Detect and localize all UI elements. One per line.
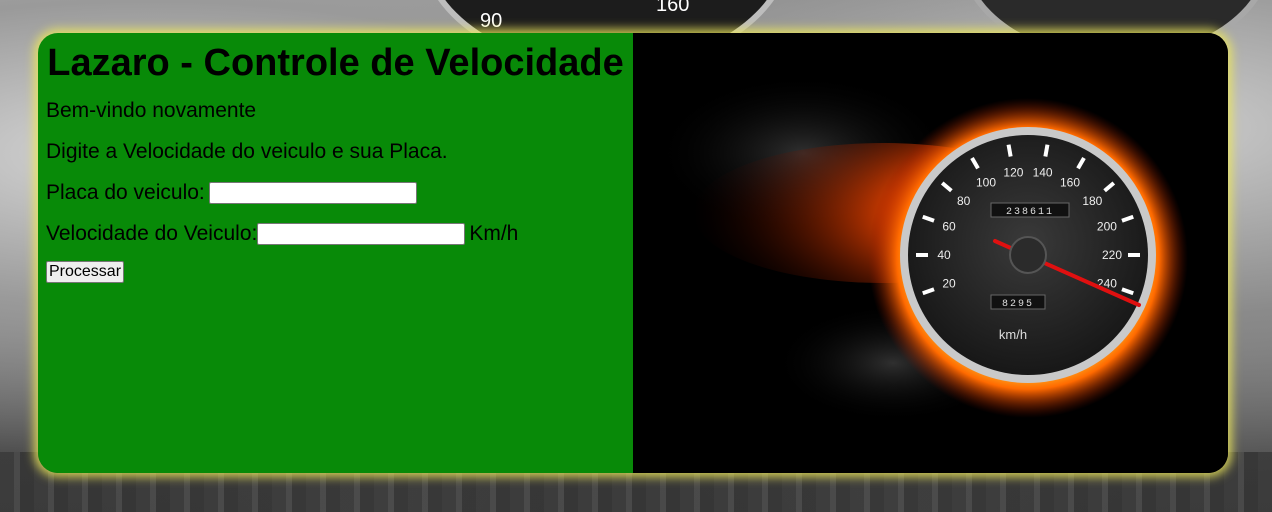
welcome-text: Bem-vindo novamente bbox=[46, 99, 257, 122]
plate-input[interactable] bbox=[208, 181, 417, 204]
speed-row: Velocidade do Veiculo: Km/h bbox=[46, 220, 625, 247]
form-panel: Lazaro - Controle de Velocidade Bem-vind… bbox=[38, 33, 633, 473]
instruction-text: Digite a Velocidade do veiculo e sua Pla… bbox=[46, 140, 448, 163]
main-card: Lazaro - Controle de Velocidade Bem-vind… bbox=[38, 33, 1228, 473]
speed-label: Velocidade do Veiculo: bbox=[46, 222, 258, 245]
speed-unit: Km/h bbox=[469, 222, 519, 245]
gauge-tick-label: 140 bbox=[1033, 165, 1053, 179]
page-title: Lazaro - Controle de Velocidade bbox=[47, 42, 624, 84]
gauge-tick-label: 120 bbox=[1003, 165, 1023, 179]
gauge-tick-label: 180 bbox=[1082, 194, 1102, 208]
gauge-tick-label: 20 bbox=[942, 277, 956, 291]
gauge-tick-label: 220 bbox=[1102, 248, 1122, 262]
plate-row: Placa do veiculo: bbox=[46, 179, 625, 206]
gauge-tick-label: 200 bbox=[1097, 219, 1117, 233]
plate-label: Placa do veiculo: bbox=[46, 181, 205, 204]
odometer-top-text: 238611 bbox=[1006, 207, 1054, 218]
gauge-unit: km/h bbox=[999, 327, 1027, 342]
gauge-hub bbox=[1009, 236, 1047, 274]
gauge-tick bbox=[1043, 144, 1050, 157]
gauge-tick-label: 60 bbox=[942, 219, 956, 233]
gauge-tick-label: 160 bbox=[1060, 175, 1080, 189]
gauge-tick-label: 80 bbox=[957, 194, 971, 208]
odometer-bottom-text: 8295 bbox=[1002, 299, 1034, 310]
speed-input[interactable] bbox=[257, 222, 466, 245]
background-gauge-number: 90 bbox=[480, 10, 503, 32]
process-button[interactable]: Processar bbox=[46, 261, 125, 283]
gauge-tick-label: 100 bbox=[976, 175, 996, 189]
flaming-speedometer-illustration: 20406080100120 140160180200220240 238611 … bbox=[633, 33, 1228, 473]
background-gauge-number: 160 bbox=[656, 0, 690, 16]
gauge-tick bbox=[1006, 144, 1013, 157]
gauge-tick-label: 40 bbox=[937, 248, 951, 262]
speedometer-image: 20 40 60 80 100 120 140 160 180 200 220 240 238611 … bbox=[633, 33, 1228, 473]
